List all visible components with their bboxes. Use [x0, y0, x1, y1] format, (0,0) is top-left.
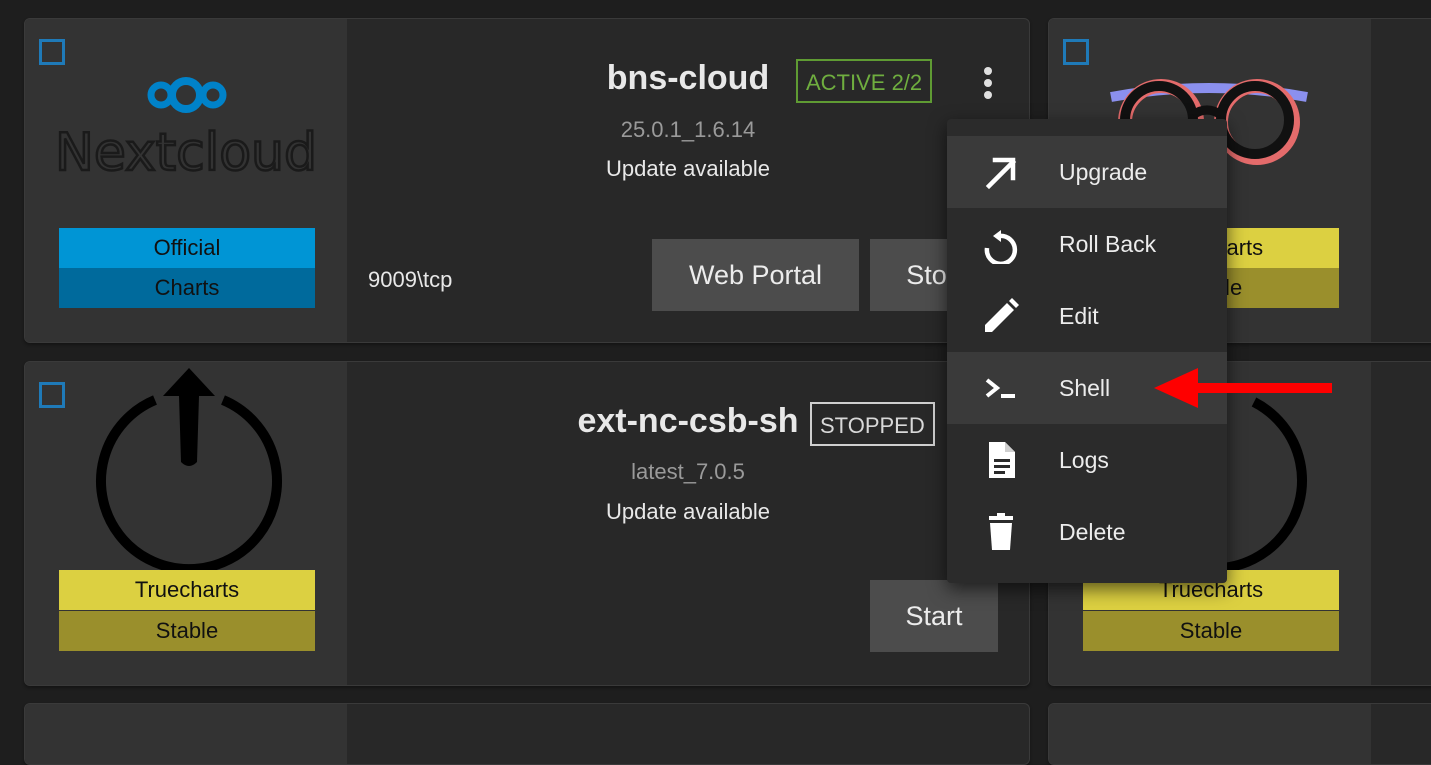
app-card-partial-left: [24, 703, 1030, 765]
pencil-icon: [985, 298, 1019, 332]
menu-item-label: Upgrade: [1059, 159, 1148, 185]
train-badge: Stable: [59, 611, 315, 651]
arrow-up-right-icon: [985, 157, 1017, 190]
train-badge: Charts: [59, 268, 315, 308]
app-card-partial-right: [1048, 703, 1431, 765]
app-card-logo-panel: Nextcloud Official Charts: [25, 19, 347, 342]
terminal-icon: [985, 378, 1015, 398]
menu-item-label: Roll Back: [1059, 231, 1157, 257]
catalog-badge: Truecharts: [59, 570, 315, 610]
port-text: 9009\tcp: [368, 267, 453, 292]
app-version: 25.0.1_1.6.14: [620, 117, 756, 142]
power-logo-icon: [96, 368, 282, 570]
status-badge: STOPPED: [810, 402, 935, 446]
menu-item-label: Delete: [1059, 519, 1126, 545]
menu-item-edit[interactable]: Edit: [947, 280, 1227, 352]
menu-item-label: Logs: [1059, 447, 1109, 473]
app-version: latest_7.0.5: [631, 459, 745, 484]
select-checkbox[interactable]: [39, 39, 65, 65]
update-available-text[interactable]: Update available: [347, 499, 1029, 525]
annotation-arrow-icon: [1154, 368, 1332, 408]
app-context-menu: Upgrade Roll Back Edit Shell Logs Delete: [947, 119, 1227, 583]
app-card-logo-panel: [25, 704, 347, 764]
more-options-icon[interactable]: [978, 63, 998, 103]
rollback-icon: [984, 230, 1018, 264]
menu-item-roll-back[interactable]: Roll Back: [947, 208, 1227, 280]
document-icon: [989, 442, 1015, 478]
svg-text:Nextcloud: Nextcloud: [55, 123, 317, 179]
menu-item-label: Edit: [1059, 303, 1099, 329]
trash-icon: [989, 513, 1013, 550]
app-card-bns-cloud: Nextcloud Official Charts bns-cloud 25.0…: [24, 18, 1030, 343]
menu-item-upgrade[interactable]: Upgrade: [947, 136, 1227, 208]
status-badge: ACTIVE 2/2: [796, 59, 933, 103]
menu-item-logs[interactable]: Logs: [947, 424, 1227, 496]
menu-item-label: Shell: [1059, 375, 1111, 401]
start-button[interactable]: Start: [870, 580, 998, 652]
app-card-logo-panel: Truecharts Stable: [25, 362, 347, 685]
update-available-text[interactable]: Update available: [347, 156, 1029, 182]
nextcloud-logo-icon: Nextcloud: [55, 77, 317, 179]
select-checkbox[interactable]: [1063, 39, 1089, 65]
train-badge: Stable: [1083, 611, 1339, 651]
app-card-logo-panel: [1049, 704, 1371, 764]
web-portal-button[interactable]: Web Portal: [652, 239, 859, 311]
select-checkbox[interactable]: [39, 382, 65, 408]
app-card-ext-nc-csb-sh: Truecharts Stable ext-nc-csb-sh latest_7…: [24, 361, 1030, 686]
catalog-badge: Official: [59, 228, 315, 268]
menu-item-delete[interactable]: Delete: [947, 496, 1227, 568]
